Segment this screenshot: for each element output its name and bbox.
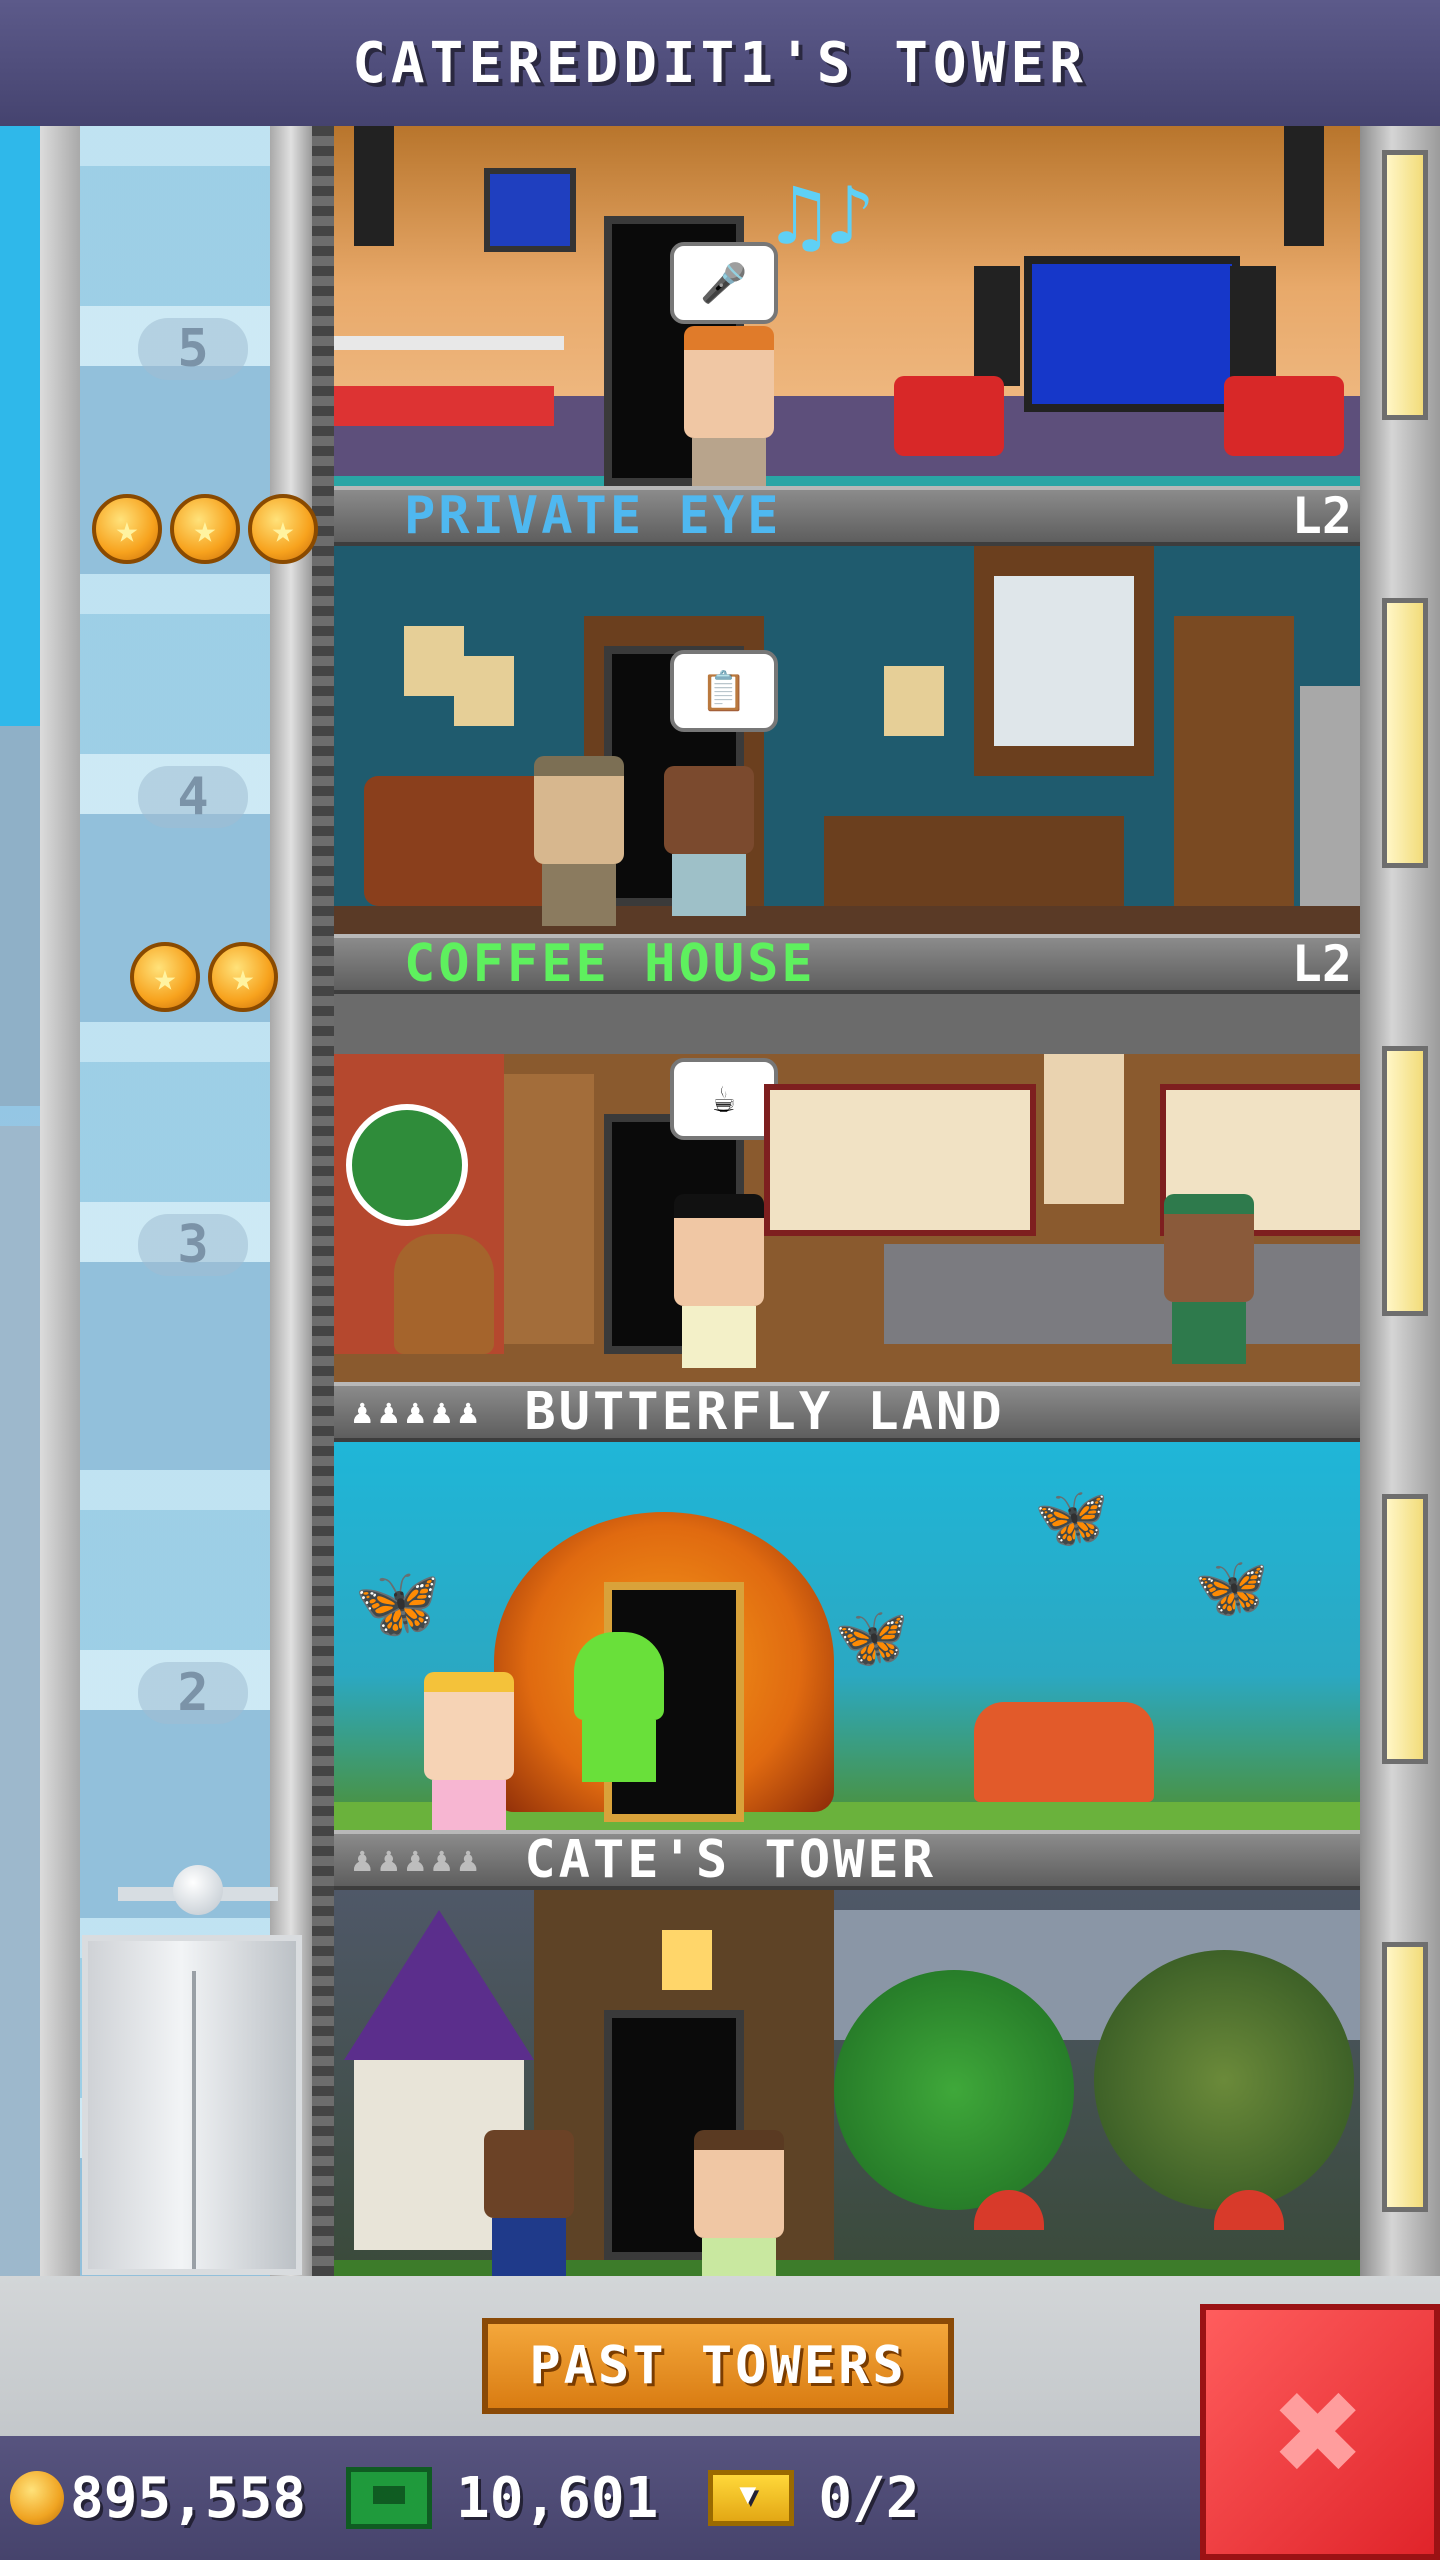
residents-icon: ♟♟♟♟♟ [352, 1392, 485, 1432]
status-bar: 895,558 10,601 0/2 [0, 2436, 1210, 2560]
residents-icon: ♟♟♟♟♟ [352, 1840, 485, 1880]
floor-number-3: 3 [138, 1214, 248, 1276]
coins-stat: 895,558 [10, 2466, 306, 2531]
star-icon: ★ [208, 942, 278, 1012]
past-towers-button[interactable]: PAST TOWERS [482, 2318, 954, 2414]
detective-resident[interactable] [534, 756, 624, 926]
close-icon: ✖ [1274, 2345, 1366, 2519]
star-icon: ★ [170, 494, 240, 564]
butterfly-icon: 🦋 [354, 1562, 442, 1644]
floor-music-room[interactable]: ♫♪ 🎤 [334, 126, 1360, 486]
star-icon: ★ [248, 494, 318, 564]
tickets-stat: 0/2 [668, 2466, 919, 2531]
floor-level: L2 [1291, 935, 1352, 993]
document-icon: 📋 [670, 650, 778, 732]
sky-background [0, 126, 42, 2276]
barista-resident[interactable] [674, 1194, 764, 1368]
star-icon: ★ [92, 494, 162, 564]
floor-number-4: 4 [138, 766, 248, 828]
bux-stat: 10,601 [316, 2466, 658, 2531]
microphone-icon: 🎤 [670, 242, 778, 324]
doorman-resident[interactable] [484, 2130, 574, 2276]
golden-ticket-icon [708, 2470, 795, 2526]
butterfly-icon: 🦋 [834, 1603, 909, 1673]
elevator-lamp [118, 1855, 278, 1935]
frog-costume-resident[interactable] [574, 1632, 664, 1782]
floor-label-cates-tower[interactable]: ♟♟♟♟♟ CATE'S TOWER [334, 1830, 1360, 1890]
floor-butterfly-land[interactable]: 🦋 🦋 🦋 🦋 [334, 1442, 1360, 1830]
tower-title: CATEREDDIT1'S TOWER [352, 30, 1088, 96]
elevator-car[interactable] [82, 1935, 302, 2275]
floor-coffee-house[interactable]: ☕ [334, 994, 1360, 1382]
private-eye-stars: ★ ★ ★ [92, 494, 318, 564]
floor-name: CATE'S TOWER [524, 1830, 937, 1890]
visitor-resident[interactable] [664, 766, 754, 916]
coins-value: 895,558 [70, 2465, 307, 2531]
floor-label-private-eye[interactable]: PRIVATE EYE L2 [334, 486, 1360, 546]
music-room-resident[interactable] [684, 326, 774, 486]
music-notes-icon: ♫♪ [774, 167, 876, 265]
tower-floors: ♫♪ 🎤 PRIVATE EYE L2 📋 COFFEE HOUSE L2 ☕ … [334, 126, 1360, 2276]
bux-value: 10,601 [456, 2465, 659, 2531]
floor-number-5: 5 [138, 318, 248, 380]
lantern-icon [662, 1930, 712, 1990]
tickets-value: 0/2 [818, 2465, 920, 2531]
butterfly-icon: 🦋 [1034, 1483, 1109, 1553]
coffee-cup-icon: ☕ [670, 1058, 778, 1140]
floor-name: COFFEE HOUSE [404, 934, 816, 994]
header: CATEREDDIT1'S TOWER [0, 0, 1440, 130]
floor-cates-tower[interactable] [334, 1890, 1360, 2276]
coin-icon [10, 2471, 64, 2525]
star-icon: ★ [130, 942, 200, 1012]
close-button[interactable]: ✖ [1200, 2304, 1440, 2560]
floor-number-2: 2 [138, 1662, 248, 1724]
floor-name: BUTTERFLY LAND [524, 1382, 1005, 1442]
girl-resident[interactable] [424, 1672, 514, 1830]
floor-private-eye[interactable]: 📋 [334, 546, 1360, 934]
customer-resident[interactable] [1164, 1194, 1254, 1364]
fairy-resident[interactable] [694, 2130, 784, 2276]
floor-label-coffee-house[interactable]: COFFEE HOUSE L2 [334, 934, 1360, 994]
butterfly-icon: 🦋 [1194, 1553, 1269, 1623]
bux-icon [346, 2467, 433, 2529]
floor-level: L2 [1291, 487, 1352, 545]
coffee-house-stars: ★ ★ [130, 942, 278, 1012]
floor-name: PRIVATE EYE [404, 486, 782, 546]
tower-right-wall [1360, 126, 1440, 2276]
floor-label-butterfly-land[interactable]: ♟♟♟♟♟ BUTTERFLY LAND [334, 1382, 1360, 1442]
